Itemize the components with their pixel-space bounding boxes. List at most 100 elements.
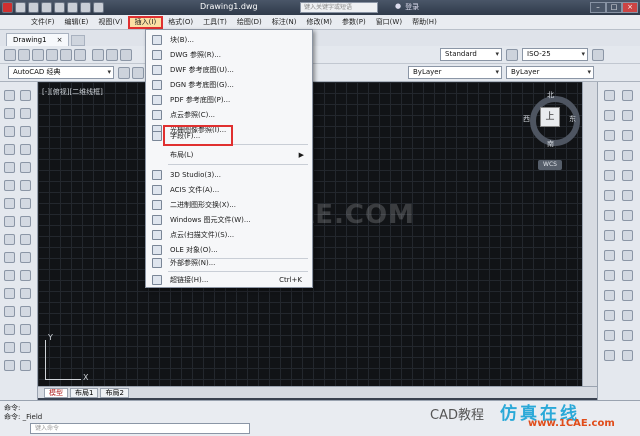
save-icon[interactable] (41, 2, 52, 13)
dim-angular-icon[interactable] (604, 150, 615, 161)
snap-none-icon[interactable] (622, 310, 633, 321)
menu-insert[interactable]: 插入(I) (127, 15, 164, 29)
menu-item-block[interactable]: 块(B)... (146, 33, 312, 46)
dim-ordinate-icon[interactable] (622, 110, 633, 121)
snap-settings-icon[interactable] (604, 330, 615, 341)
menu-item-3d-studio[interactable]: 3D Studio(3)... (146, 168, 312, 181)
publish-icon[interactable] (74, 49, 86, 61)
menu-item-pdf-underlay[interactable]: PDF 参考底图(P)... (146, 93, 312, 106)
snap-intersection-icon[interactable] (604, 230, 615, 241)
workspace-settings-icon[interactable] (118, 67, 130, 79)
arc-icon[interactable] (20, 126, 31, 137)
redo-icon[interactable] (93, 2, 104, 13)
menu-modify[interactable]: 修改(M) (301, 16, 337, 29)
make-block-icon[interactable] (20, 180, 31, 191)
menu-item-layout[interactable]: 布局(L) ▶ (146, 148, 312, 161)
tab-layout2[interactable]: 布局2 (100, 387, 129, 398)
save-toolbar-icon[interactable] (32, 49, 44, 61)
baseline-icon[interactable] (604, 170, 615, 181)
spline-icon[interactable] (4, 162, 15, 173)
extend-icon[interactable] (20, 324, 31, 335)
menu-edit[interactable]: 编辑(E) (60, 16, 94, 29)
line-icon[interactable] (4, 90, 15, 101)
new-icon[interactable] (4, 49, 16, 61)
wcs-menu[interactable]: WCS (538, 160, 562, 170)
menu-tools[interactable]: 工具(T) (198, 16, 232, 29)
new-file-icon[interactable] (15, 2, 26, 13)
print-icon[interactable] (67, 2, 78, 13)
login-area[interactable]: ● 登录 (395, 2, 419, 12)
chamfer-icon[interactable] (4, 360, 15, 371)
explode-icon[interactable] (20, 360, 31, 371)
snap-nearest-icon[interactable] (604, 310, 615, 321)
text-style-select[interactable]: Standard (440, 48, 502, 61)
viewcube-east[interactable]: 东 (569, 114, 576, 124)
table-icon[interactable] (4, 234, 15, 245)
dim-linear-icon[interactable] (604, 90, 615, 101)
menu-item-hyperlink[interactable]: 超链接(H)... Ctrl+K (146, 273, 312, 286)
menu-window[interactable]: 窗口(W) (371, 16, 407, 29)
point-icon[interactable] (4, 198, 15, 209)
menu-item-dgn-underlay[interactable]: DGN 参考底图(G)... (146, 78, 312, 91)
dim-arc-icon[interactable] (604, 110, 615, 121)
trim-icon[interactable] (4, 324, 15, 335)
minimize-button[interactable]: – (590, 2, 606, 13)
table-style-icon[interactable] (592, 49, 604, 61)
polyline-icon[interactable] (4, 108, 15, 119)
copy-icon[interactable] (106, 49, 118, 61)
dim-radius-icon[interactable] (604, 130, 615, 141)
snap-insert-icon[interactable] (604, 290, 615, 301)
viewcube-west[interactable]: 西 (523, 114, 530, 124)
viewcube-north[interactable]: 北 (547, 90, 554, 100)
quick-dim-icon[interactable] (622, 150, 633, 161)
tab-drawing1[interactable]: Drawing1 × (6, 33, 70, 46)
app-menu-button[interactable] (2, 2, 13, 13)
mtext-icon[interactable] (4, 342, 15, 353)
dim-style-select[interactable]: ISO-25 (522, 48, 588, 61)
menu-item-external-references[interactable]: 外部参照(N)... (146, 256, 312, 269)
menu-file[interactable]: 文件(F) (26, 16, 60, 29)
snap-parallel-icon[interactable] (622, 270, 633, 281)
layer-color-select[interactable]: ByLayer (408, 66, 502, 79)
menu-parameter[interactable]: 参数(P) (337, 16, 371, 29)
cut-icon[interactable] (92, 49, 104, 61)
snap-extension-icon[interactable] (622, 330, 633, 341)
menu-dimension[interactable]: 标注(N) (267, 16, 302, 29)
continue-icon[interactable] (622, 170, 633, 181)
rotate-icon[interactable] (20, 288, 31, 299)
layer-manager-icon[interactable] (132, 67, 144, 79)
menu-draw[interactable]: 绘图(D) (232, 16, 267, 29)
paste-icon[interactable] (120, 49, 132, 61)
maximize-button[interactable]: □ (606, 2, 622, 13)
center-mark-icon[interactable] (622, 190, 633, 201)
tab-model[interactable]: 模型 (44, 387, 68, 398)
menu-item-point-cloud-reference[interactable]: 点云参照(C)... (146, 108, 312, 121)
linetype-select[interactable]: ByLayer (506, 66, 594, 79)
viewcube-top-face[interactable]: 上 (540, 107, 560, 127)
circle-icon[interactable] (4, 144, 15, 155)
open-file-icon[interactable] (28, 2, 39, 13)
snap-tangent-icon[interactable] (622, 250, 633, 261)
mirror-icon[interactable] (20, 252, 31, 263)
dim-style-icon[interactable] (506, 49, 518, 61)
erase-icon[interactable] (20, 234, 31, 245)
menu-item-dwg-reference[interactable]: DWG 参照(R)... (146, 48, 312, 61)
gradient-icon[interactable] (4, 216, 15, 227)
move-icon[interactable] (4, 288, 15, 299)
search-input[interactable]: 键入关键字或短语 (300, 2, 378, 13)
preview-icon[interactable] (60, 49, 72, 61)
viewcube-south[interactable]: 南 (547, 139, 554, 149)
snap-from-icon[interactable] (622, 350, 633, 361)
hatch-icon[interactable] (20, 198, 31, 209)
ellipse-icon[interactable] (20, 162, 31, 173)
snap-perpendicular-icon[interactable] (604, 270, 615, 281)
insert-block-icon[interactable] (4, 180, 15, 191)
menu-item-binary-dxf[interactable]: 二进制图形交换(X)... (146, 198, 312, 211)
workspace-select[interactable]: AutoCAD 经典 (8, 66, 114, 79)
tolerance-icon[interactable] (604, 190, 615, 201)
menu-item-acis-file[interactable]: ACIS 文件(A)... (146, 183, 312, 196)
array-icon[interactable] (20, 270, 31, 281)
tab-layout1[interactable]: 布局1 (70, 387, 99, 398)
menu-item-point-cloud-scan[interactable]: 点云(扫描文件)(S)... (146, 228, 312, 241)
menu-help[interactable]: 帮助(H) (407, 16, 442, 29)
